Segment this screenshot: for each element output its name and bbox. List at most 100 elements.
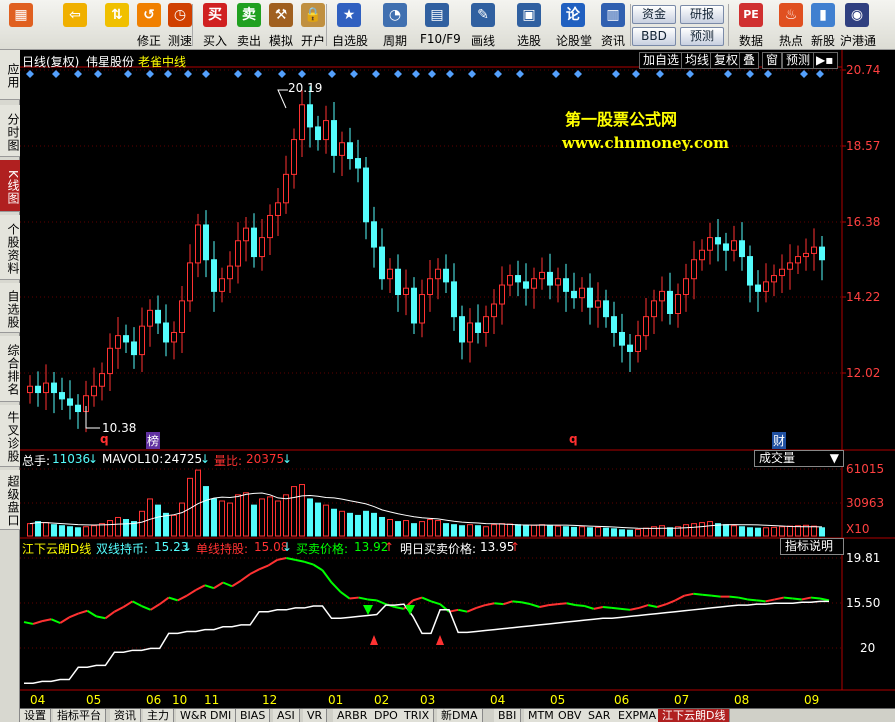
signal-diamond (26, 70, 34, 78)
left-tab[interactable]: 应用 (0, 50, 20, 100)
left-tab[interactable]: 自选股 (0, 283, 20, 333)
date-axis-label: 01 (328, 693, 344, 707)
bottom-tab[interactable]: EXPMA (614, 709, 662, 722)
buy-button[interactable]: 买买入 (198, 3, 232, 48)
data-button[interactable]: PE 数据 (734, 3, 768, 48)
dual-hold-line (367, 598, 377, 602)
bottom-tab[interactable]: 主力 (143, 709, 174, 722)
toolbar-wide-button[interactable]: 预测 (680, 27, 724, 46)
candle-body (691, 259, 697, 280)
chart-header-button[interactable]: 加自选 (639, 52, 684, 69)
event-marker-q[interactable]: q (569, 432, 578, 446)
bottom-tab[interactable]: 设置 (20, 709, 51, 722)
bottom-tab[interactable]: DMI (206, 709, 237, 722)
volume-bar (731, 525, 737, 537)
volume-bar (219, 500, 225, 537)
volume-bar (51, 524, 57, 537)
volume-bar (171, 514, 177, 537)
dual-hold-line (394, 606, 405, 610)
high-price-pointer (277, 89, 288, 109)
dual-hold-line (792, 597, 802, 601)
volume-indicator-dropdown[interactable]: 成交量 ▼ (754, 450, 844, 467)
dual-hold-line (104, 610, 116, 620)
back-button[interactable]: ⇦ (60, 3, 90, 48)
bottom-tab[interactable]: BIAS (236, 709, 271, 722)
sell-signal-arrow (405, 605, 415, 615)
dual-hold-line (602, 605, 613, 609)
chart-canvas[interactable] (20, 50, 895, 708)
left-tab[interactable]: 个股资料 (0, 215, 20, 280)
volume-bar (283, 494, 289, 537)
dual-hold-line (41, 618, 52, 623)
toolbar-wide-button[interactable]: BBD (632, 27, 676, 46)
forum-button[interactable]: 论论股堂 (556, 3, 592, 48)
bottom-tab[interactable]: 指标平台 (53, 709, 106, 722)
watermark-url: www.chnmoney.com (562, 134, 729, 152)
updown-button[interactable]: ⇅ (100, 3, 134, 48)
dual-hold-line (557, 602, 567, 606)
bottom-tab[interactable]: VR (303, 709, 328, 722)
monitor-icon: ▣ (517, 3, 541, 27)
left-tab[interactable]: 分时图 (0, 105, 20, 157)
down-arrow-icon: ↓ (200, 452, 211, 466)
signal-diamond (184, 70, 192, 78)
bottom-tab[interactable]: ASI (273, 709, 300, 722)
bottom-tab[interactable]: DPO (370, 709, 403, 722)
draw-button[interactable]: ✎ 画线 (466, 3, 500, 48)
volume-bar (755, 527, 761, 537)
new-stock-button[interactable]: ▮ 新股 (806, 3, 840, 48)
toolbar-wide-button[interactable]: 研报 (680, 5, 724, 24)
candle-body (515, 275, 521, 283)
home-button[interactable]: ▦ (4, 3, 38, 48)
mavol-label: MAVOL10: (102, 452, 164, 466)
hk-connect-button[interactable]: ◉ 沪港通 (840, 3, 876, 48)
bottom-tab[interactable]: OBV (554, 709, 587, 722)
chart-header-button[interactable]: 叠 (739, 52, 760, 69)
sell-button[interactable]: 卖卖出 (232, 3, 266, 48)
bottom-tab[interactable]: 新DMA (437, 709, 483, 722)
select-stock-button[interactable]: ▣ 选股 (512, 3, 546, 48)
volume-bar (243, 492, 249, 537)
bottom-tab[interactable]: TRIX (400, 709, 435, 722)
indicator-help-button[interactable]: 指标说明 (780, 538, 844, 555)
event-marker-finance[interactable]: 财 (772, 432, 787, 449)
bottom-tab[interactable]: 资讯 (110, 709, 141, 722)
dual-hold-line (530, 603, 540, 608)
bottom-tab[interactable]: 江下云朗D线 (658, 709, 731, 722)
toolbar-wide-button[interactable]: 资金 (632, 5, 676, 24)
event-marker-q[interactable]: q (100, 432, 109, 446)
dual-hold-line (312, 563, 324, 572)
chart-area[interactable]: 日线(复权) 伟星股份 老雀中线 ▶▪ 第一股票公式网 www.chnmoney… (20, 50, 895, 708)
left-tab[interactable]: 综合排名 (0, 336, 20, 402)
signal-diamond (164, 70, 172, 78)
candle-body (419, 294, 425, 324)
period-button[interactable]: ◔ 周期 (378, 3, 412, 48)
simulate-button[interactable]: ⚒ 模拟 (264, 3, 298, 48)
volume-bar (691, 523, 697, 537)
chart-header-button[interactable]: 复权 (710, 52, 743, 69)
left-tab[interactable]: K线图 (0, 160, 20, 212)
chart-header-button[interactable]: 预测 (782, 52, 815, 69)
dual-hold-line (195, 584, 206, 591)
chart-header-button[interactable]: 均线 (681, 52, 714, 69)
volume-bar (699, 522, 705, 537)
open-account-button[interactable]: 🔒 开户 (296, 3, 330, 48)
news-button[interactable]: ▥ 资讯 (596, 3, 630, 48)
candle-body (251, 227, 257, 258)
candle-body (651, 300, 657, 318)
watchlist-button[interactable]: ★ 自选股 (332, 3, 368, 48)
bottom-tab[interactable]: BBI (494, 709, 522, 722)
dual-hold-line (566, 602, 576, 607)
date-axis-label: 06 (614, 693, 630, 707)
f10-button[interactable]: ▤ F10/F9 (420, 3, 461, 48)
bottom-tab[interactable]: ARBR (333, 709, 373, 722)
bottom-tab[interactable]: SAR (584, 709, 616, 722)
menu-arrow-button[interactable]: ▶▪ (812, 52, 838, 69)
correct-button[interactable]: ↺ 修正 (132, 3, 166, 48)
left-tab[interactable]: 牛叉诊股 (0, 405, 20, 467)
event-marker-rank[interactable]: 榜 (146, 432, 161, 449)
simulate-button-label: 模拟 (268, 34, 293, 48)
chart-header-button[interactable]: 窗 (762, 52, 783, 69)
left-tab[interactable]: 超级盘口 (0, 470, 20, 530)
hot-button[interactable]: ♨ 热点 (774, 3, 808, 48)
